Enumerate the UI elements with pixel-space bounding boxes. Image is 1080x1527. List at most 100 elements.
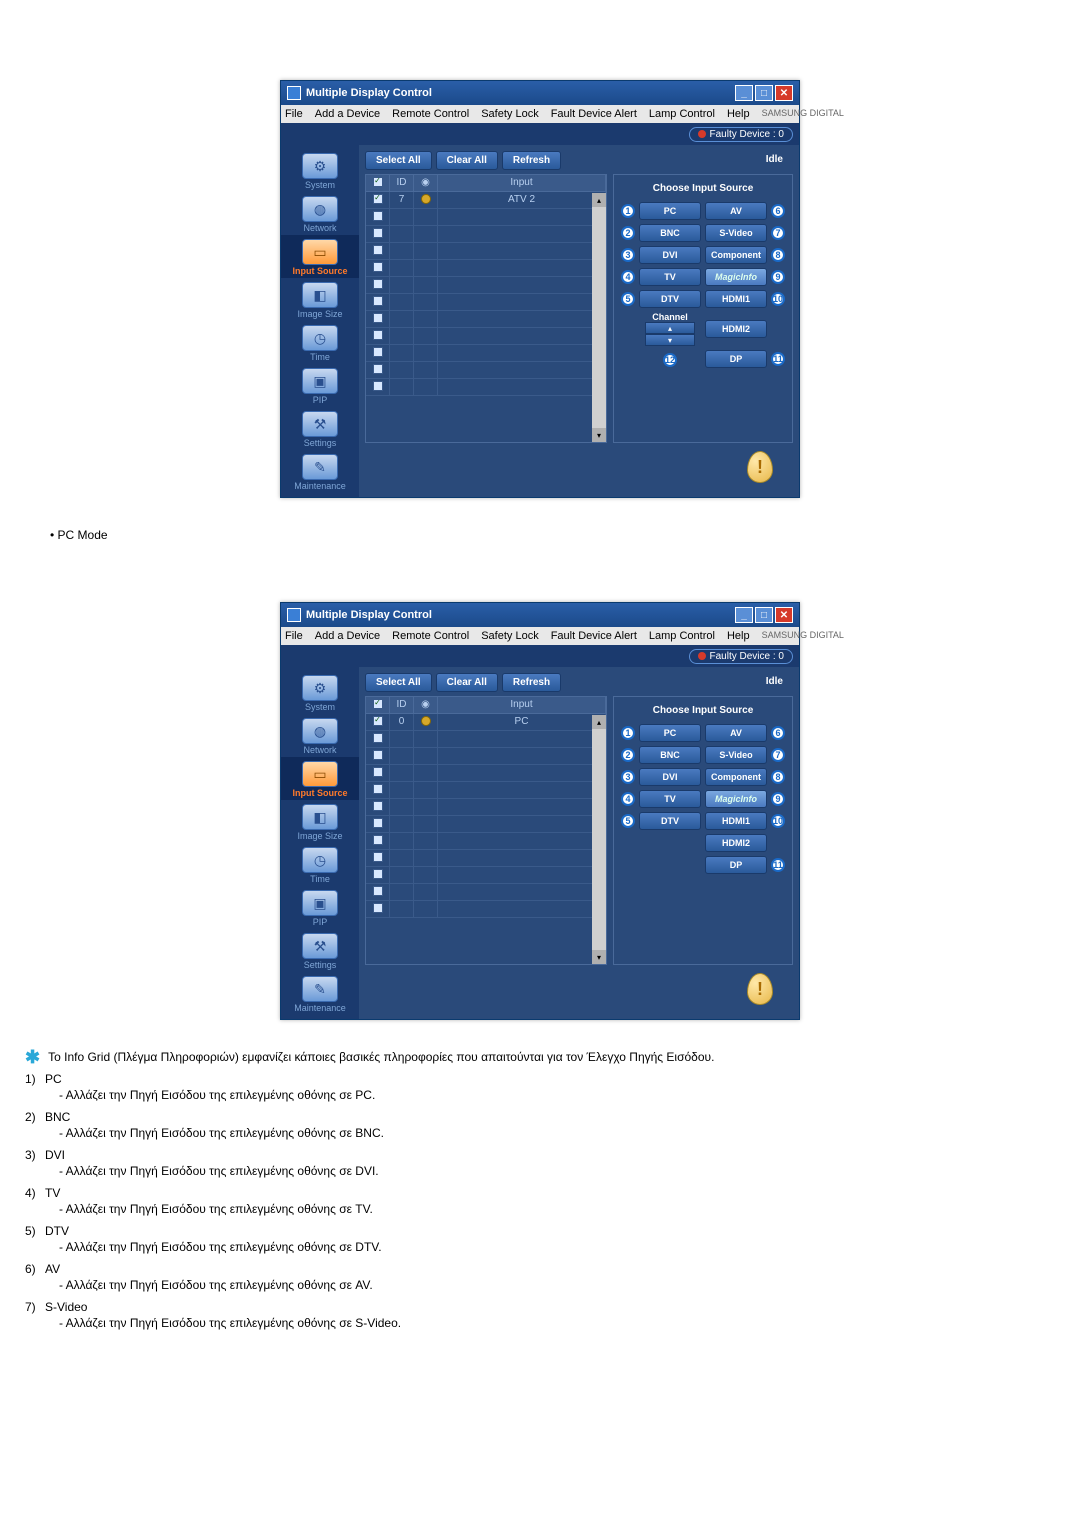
src-hdmi2-button[interactable]: HDMI2 bbox=[705, 320, 767, 338]
src-magicinfo-button[interactable]: MagicInfo bbox=[705, 790, 767, 808]
col-input[interactable]: Input bbox=[438, 175, 606, 191]
src-bnc-button[interactable]: BNC bbox=[639, 224, 701, 242]
minimize-button[interactable]: _ bbox=[735, 607, 753, 623]
close-button[interactable]: ✕ bbox=[775, 607, 793, 623]
sidebar-item-maintenance[interactable]: ✎Maintenance bbox=[281, 450, 359, 493]
src-component-button[interactable]: Component bbox=[705, 246, 767, 264]
sidebar-item-input-source[interactable]: ▭Input Source bbox=[281, 235, 359, 278]
channel-up-button[interactable]: ▴ bbox=[645, 322, 695, 334]
src-av-button[interactable]: AV bbox=[705, 724, 767, 742]
row-checkbox[interactable] bbox=[373, 194, 383, 204]
select-all-button[interactable]: Select All bbox=[365, 673, 432, 692]
src-magicinfo-button[interactable]: MagicInfo bbox=[705, 268, 767, 286]
bubble-1: 1 bbox=[621, 204, 635, 218]
menu-help[interactable]: Help bbox=[727, 630, 750, 642]
maximize-button[interactable]: □ bbox=[755, 607, 773, 623]
faulty-device-badge[interactable]: Faulty Device : 0 bbox=[689, 127, 793, 142]
col-id[interactable]: ID bbox=[390, 697, 414, 713]
info-bulb-icon[interactable]: ! bbox=[747, 973, 773, 1005]
menu-remote-control[interactable]: Remote Control bbox=[392, 108, 469, 120]
col-input[interactable]: Input bbox=[438, 697, 606, 713]
src-hdmi1-button[interactable]: HDMI1 bbox=[705, 812, 767, 830]
info-bulb-icon[interactable]: ! bbox=[747, 451, 773, 483]
clear-all-button[interactable]: Clear All bbox=[436, 673, 498, 692]
menu-file[interactable]: File bbox=[285, 630, 303, 642]
bubble-6: 6 bbox=[771, 726, 785, 740]
sidebar-item-pip[interactable]: ▣PIP bbox=[281, 364, 359, 407]
col-checkbox[interactable] bbox=[366, 175, 390, 191]
src-dtv-button[interactable]: DTV bbox=[639, 812, 701, 830]
menu-add-device[interactable]: Add a Device bbox=[315, 108, 380, 120]
grid-scrollbar[interactable]: ▴ ▾ bbox=[592, 193, 606, 442]
star-icon: ✱ bbox=[25, 1050, 40, 1064]
src-hdmi2-button[interactable]: HDMI2 bbox=[705, 834, 767, 852]
src-svideo-button[interactable]: S-Video bbox=[705, 224, 767, 242]
menu-remote-control[interactable]: Remote Control bbox=[392, 630, 469, 642]
sidebar-item-input-source[interactable]: ▭Input Source bbox=[281, 757, 359, 800]
table-row[interactable]: 0 PC bbox=[366, 714, 606, 731]
table-row[interactable]: 7 ATV 2 bbox=[366, 192, 606, 209]
menu-help[interactable]: Help bbox=[727, 108, 750, 120]
src-dvi-button[interactable]: DVI bbox=[639, 246, 701, 264]
src-pc-button[interactable]: PC bbox=[639, 724, 701, 742]
refresh-button[interactable]: Refresh bbox=[502, 151, 561, 170]
scroll-up-icon[interactable]: ▴ bbox=[592, 715, 606, 729]
src-component-button[interactable]: Component bbox=[705, 768, 767, 786]
bubble-5: 5 bbox=[621, 292, 635, 306]
scroll-up-icon[interactable]: ▴ bbox=[592, 193, 606, 207]
row-checkbox[interactable] bbox=[373, 716, 383, 726]
sidebar-item-settings[interactable]: ⚒Settings bbox=[281, 407, 359, 450]
select-all-button[interactable]: Select All bbox=[365, 151, 432, 170]
src-pc-button[interactable]: PC bbox=[639, 202, 701, 220]
sidebar-item-maintenance[interactable]: ✎Maintenance bbox=[281, 972, 359, 1015]
sidebar-item-network[interactable]: ◍Network bbox=[281, 714, 359, 757]
col-status[interactable]: ◉ bbox=[414, 175, 438, 191]
sidebar-item-settings[interactable]: ⚒Settings bbox=[281, 929, 359, 972]
faulty-device-badge[interactable]: Faulty Device : 0 bbox=[689, 649, 793, 664]
clear-all-button[interactable]: Clear All bbox=[436, 151, 498, 170]
menu-lamp-control[interactable]: Lamp Control bbox=[649, 108, 715, 120]
sidebar-item-time[interactable]: ◷Time bbox=[281, 843, 359, 886]
menu-safety-lock[interactable]: Safety Lock bbox=[481, 108, 538, 120]
src-bnc-button[interactable]: BNC bbox=[639, 746, 701, 764]
close-button[interactable]: ✕ bbox=[775, 85, 793, 101]
minimize-button[interactable]: _ bbox=[735, 85, 753, 101]
src-tv-button[interactable]: TV bbox=[639, 790, 701, 808]
src-hdmi1-button[interactable]: HDMI1 bbox=[705, 290, 767, 308]
menu-fault-alert[interactable]: Fault Device Alert bbox=[551, 108, 637, 120]
menu-add-device[interactable]: Add a Device bbox=[315, 630, 380, 642]
sidebar-item-system[interactable]: ⚙System bbox=[281, 149, 359, 192]
sidebar-item-system[interactable]: ⚙System bbox=[281, 671, 359, 714]
src-dtv-button[interactable]: DTV bbox=[639, 290, 701, 308]
channel-down-button[interactable]: ▾ bbox=[645, 334, 695, 346]
menu-fault-alert[interactable]: Fault Device Alert bbox=[551, 630, 637, 642]
sidebar-item-pip[interactable]: ▣PIP bbox=[281, 886, 359, 929]
src-dvi-button[interactable]: DVI bbox=[639, 768, 701, 786]
menu-safety-lock[interactable]: Safety Lock bbox=[481, 630, 538, 642]
col-checkbox[interactable] bbox=[366, 697, 390, 713]
col-status[interactable]: ◉ bbox=[414, 697, 438, 713]
src-av-button[interactable]: AV bbox=[705, 202, 767, 220]
maximize-button[interactable]: □ bbox=[755, 85, 773, 101]
menu-file[interactable]: File bbox=[285, 108, 303, 120]
image-size-icon: ◧ bbox=[302, 282, 338, 308]
sidebar-item-network[interactable]: ◍Network bbox=[281, 192, 359, 235]
menu-lamp-control[interactable]: Lamp Control bbox=[649, 630, 715, 642]
bubble-2: 2 bbox=[621, 748, 635, 762]
src-dp-button[interactable]: DP bbox=[705, 856, 767, 874]
refresh-button[interactable]: Refresh bbox=[502, 673, 561, 692]
sidebar-item-image-size[interactable]: ◧Image Size bbox=[281, 800, 359, 843]
list-item: 5)DTV- Αλλάζει την Πηγή Εισόδου της επιλ… bbox=[25, 1224, 1055, 1254]
sidebar-item-image-size[interactable]: ◧Image Size bbox=[281, 278, 359, 321]
src-dp-button[interactable]: DP bbox=[705, 350, 767, 368]
scroll-down-icon[interactable]: ▾ bbox=[592, 428, 606, 442]
src-svideo-button[interactable]: S-Video bbox=[705, 746, 767, 764]
col-id[interactable]: ID bbox=[390, 175, 414, 191]
list-item: 3)DVI- Αλλάζει την Πηγή Εισόδου της επιλ… bbox=[25, 1148, 1055, 1178]
sidebar-item-time[interactable]: ◷Time bbox=[281, 321, 359, 364]
scroll-down-icon[interactable]: ▾ bbox=[592, 950, 606, 964]
titlebar[interactable]: Multiple Display Control _ □ ✕ bbox=[281, 81, 799, 105]
grid-scrollbar[interactable]: ▴ ▾ bbox=[592, 715, 606, 964]
src-tv-button[interactable]: TV bbox=[639, 268, 701, 286]
titlebar[interactable]: Multiple Display Control _ □ ✕ bbox=[281, 603, 799, 627]
